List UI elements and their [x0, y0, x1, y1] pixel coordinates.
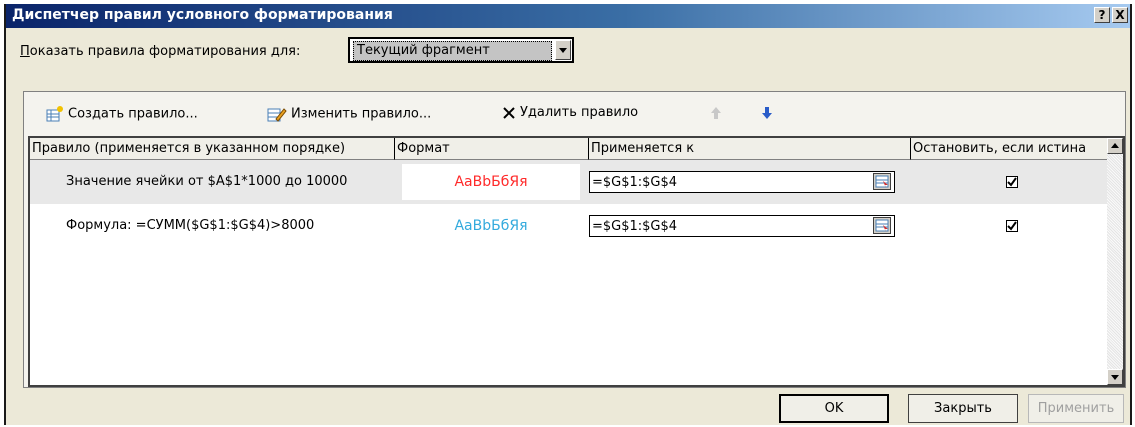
- conditional-formatting-rules-manager-dialog: Диспетчер правил условного форматировани…: [4, 4, 1132, 425]
- help-button[interactable]: ?: [1094, 7, 1110, 23]
- move-down-arrow-icon[interactable]: [761, 106, 773, 120]
- show-rules-label: Показать правила форматирования для:: [20, 44, 301, 59]
- rule-row[interactable]: Формула: =СУММ($G$1:$G$4)>8000 АаBbБбЯя …: [30, 204, 1112, 248]
- edit-rule-icon: [267, 108, 287, 122]
- rules-grid: Правило (применяется в указанном порядке…: [28, 136, 1125, 387]
- scroll-down-button[interactable]: [1107, 369, 1123, 385]
- applies-to-field[interactable]: =$G$1:$G$4: [589, 215, 895, 237]
- show-rules-dropdown[interactable]: Текущий фрагмент: [348, 37, 574, 63]
- format-preview: АаBbБбЯя: [402, 208, 580, 244]
- new-rule-label: Создать правило...: [68, 106, 198, 122]
- checkmark-icon: [1007, 177, 1017, 187]
- vertical-scrollbar[interactable]: [1107, 138, 1123, 385]
- rule-description: Формула: =СУММ($G$1:$G$4)>8000: [66, 218, 315, 233]
- ok-button[interactable]: OK: [779, 394, 889, 423]
- apply-button[interactable]: Применить: [1028, 394, 1124, 423]
- window-title: Диспетчер правил условного форматировани…: [12, 7, 393, 23]
- move-up-arrow-icon[interactable]: [710, 106, 722, 120]
- new-rule-button[interactable]: Создать правило...: [46, 105, 198, 123]
- range-select-icon[interactable]: [873, 217, 891, 234]
- delete-rule-label: Удалить правило: [520, 105, 639, 120]
- applies-to-field[interactable]: =$G$1:$G$4: [589, 171, 895, 193]
- checkmark-icon: [1007, 221, 1017, 231]
- column-header-format[interactable]: Формат: [395, 138, 589, 160]
- applies-to-value: =$G$1:$G$4: [592, 219, 678, 234]
- close-button[interactable]: Закрыть: [908, 394, 1018, 423]
- rules-toolbar: Создать правило... Изменить правило... У…: [24, 92, 1125, 136]
- edit-rule-label: Изменить правило...: [291, 106, 432, 122]
- scroll-up-button[interactable]: [1107, 138, 1123, 154]
- show-rules-selected-value: Текущий фрагмент: [353, 41, 552, 61]
- delete-x-icon: [503, 106, 515, 119]
- edit-rule-button[interactable]: Изменить правило...: [267, 105, 431, 123]
- applies-to-value: =$G$1:$G$4: [592, 175, 678, 190]
- stop-if-true-checkbox[interactable]: [1006, 220, 1018, 232]
- format-preview: АаBbБбЯя: [402, 164, 580, 200]
- range-select-icon[interactable]: [873, 173, 891, 190]
- stop-if-true-checkbox[interactable]: [1006, 176, 1018, 188]
- new-rule-icon: [46, 106, 63, 122]
- column-header-stop-if-true[interactable]: Остановить, если истина: [911, 138, 1112, 160]
- rules-panel: Создать правило... Изменить правило... У…: [23, 91, 1126, 388]
- column-header-rule[interactable]: Правило (применяется в указанном порядке…: [30, 138, 395, 160]
- close-window-button[interactable]: X: [1112, 7, 1128, 23]
- rule-description: Значение ячейки от $A$1*1000 до 10000: [66, 174, 348, 189]
- column-header-applies-to[interactable]: Применяется к: [589, 138, 911, 160]
- delete-rule-button[interactable]: Удалить правило: [502, 105, 638, 120]
- rule-row[interactable]: Значение ячейки от $A$1*1000 до 10000 Аа…: [30, 160, 1112, 204]
- title-bar: Диспетчер правил условного форматировани…: [6, 4, 1130, 28]
- chevron-down-icon[interactable]: [555, 40, 571, 60]
